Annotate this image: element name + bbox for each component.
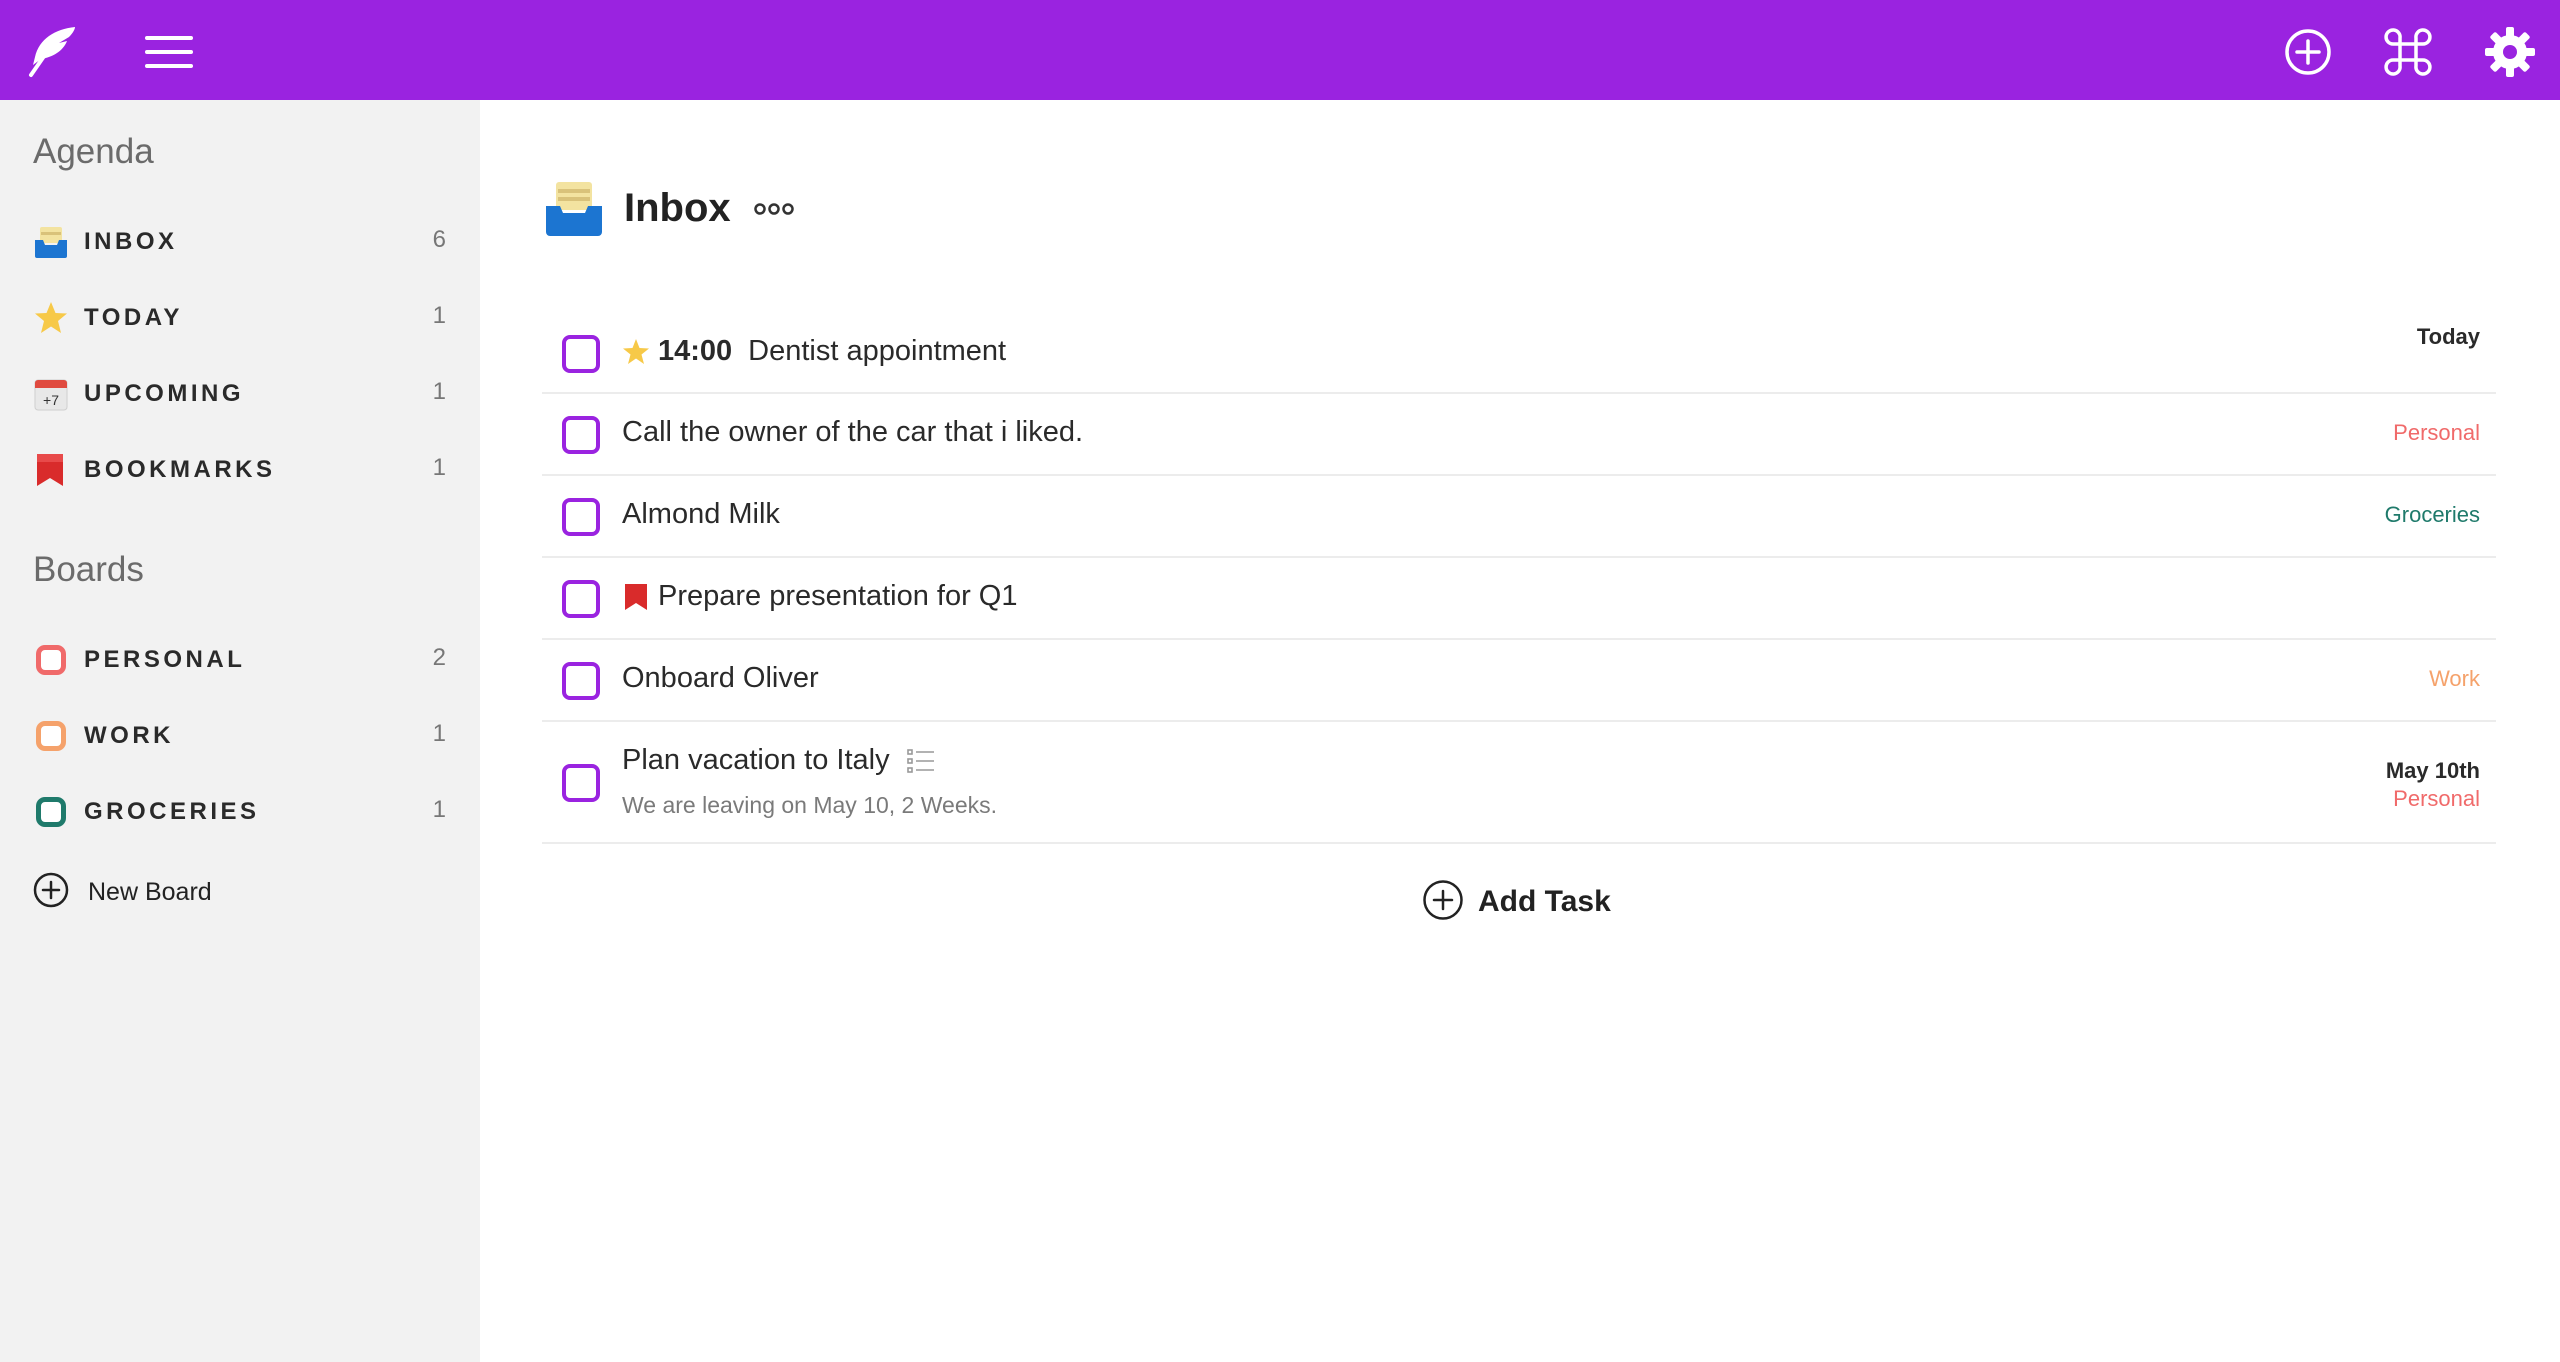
sidebar-item-label: WORK bbox=[84, 722, 174, 749]
task-time: 14:00 bbox=[658, 335, 733, 367]
star-icon bbox=[33, 300, 69, 336]
new-board-button[interactable]: New Board bbox=[0, 860, 480, 920]
task-checkbox[interactable] bbox=[562, 764, 600, 802]
task-note: We are leaving on May 10, 2 Weeks. bbox=[622, 792, 998, 818]
calendar-icon-text: +7 bbox=[43, 392, 59, 408]
task-due-date: May 10th bbox=[2385, 758, 2480, 783]
bookmark-icon bbox=[33, 452, 69, 488]
sidebar-item-label: GROCERIES bbox=[84, 798, 260, 825]
sidebar-item-count: 1 bbox=[432, 796, 446, 823]
task-row[interactable]: Plan vacation to Italy We are leaving on… bbox=[542, 722, 2496, 844]
add-circle-icon bbox=[33, 872, 69, 908]
task-row[interactable]: Almond Milk Groceries bbox=[542, 476, 2496, 558]
gear-icon[interactable] bbox=[2480, 22, 2540, 82]
add-task-label: Add Task bbox=[1478, 885, 1611, 918]
task-checkbox[interactable] bbox=[562, 580, 600, 618]
add-circle-icon[interactable] bbox=[2280, 24, 2336, 80]
task-title: Plan vacation to Italy bbox=[622, 744, 890, 776]
task-row[interactable]: Onboard Oliver Work bbox=[542, 640, 2496, 722]
task-title-row: Prepare presentation for Q1 bbox=[622, 580, 1017, 613]
task-title: Almond Milk bbox=[622, 498, 780, 530]
sidebar-item-count: 2 bbox=[432, 644, 446, 671]
task-due-date: Today bbox=[2416, 324, 2480, 349]
task-title-row: Onboard Oliver bbox=[622, 662, 819, 695]
sidebar-item-upcoming[interactable]: +7 UPCOMING 1 bbox=[0, 362, 480, 426]
inbox-tray-icon bbox=[544, 180, 604, 236]
add-circle-icon bbox=[1422, 879, 1464, 926]
bookmark-icon bbox=[622, 582, 650, 612]
task-title: Onboard Oliver bbox=[622, 662, 819, 694]
task-board-tag: Work bbox=[2429, 666, 2480, 691]
sidebar-item-label: BOOKMARKS bbox=[84, 456, 276, 483]
page-title: Inbox bbox=[624, 186, 731, 230]
task-checkbox[interactable] bbox=[562, 416, 600, 454]
board-color-icon bbox=[36, 797, 66, 827]
task-title-row: Call the owner of the car that i liked. bbox=[622, 416, 1083, 449]
task-checkbox[interactable] bbox=[562, 335, 600, 373]
add-task-button[interactable]: Add Task bbox=[1422, 879, 1611, 926]
calendar-icon: +7 bbox=[33, 376, 69, 412]
task-row[interactable]: Call the owner of the car that i liked. … bbox=[542, 394, 2496, 476]
task-row[interactable]: 14:00 Dentist appointment Today bbox=[542, 310, 2496, 394]
sidebar-item-count: 1 bbox=[432, 454, 446, 481]
task-board-tag: Groceries bbox=[2384, 502, 2480, 527]
task-title: Prepare presentation for Q1 bbox=[658, 580, 1018, 612]
inbox-tray-icon bbox=[33, 224, 69, 260]
sidebar-item-count: 1 bbox=[432, 720, 446, 747]
board-color-icon bbox=[36, 721, 66, 751]
sidebar-item-count: 1 bbox=[432, 378, 446, 405]
sidebar-item-label: PERSONAL bbox=[84, 646, 246, 673]
new-board-label: New Board bbox=[88, 878, 212, 906]
sidebar-item-count: 6 bbox=[432, 226, 446, 253]
command-key-icon[interactable] bbox=[2380, 24, 2436, 80]
main-content: Inbox 14:00 Dentist appointment Today Ca bbox=[480, 100, 2560, 1362]
hamburger-menu-icon[interactable] bbox=[140, 26, 198, 78]
task-list: 14:00 Dentist appointment Today Call the… bbox=[542, 310, 2496, 844]
task-title-row: Almond Milk bbox=[622, 498, 780, 531]
board-color-icon bbox=[36, 645, 66, 675]
task-title: Call the owner of the car that i liked. bbox=[622, 416, 1084, 448]
sidebar-item-groceries[interactable]: GROCERIES 1 bbox=[0, 780, 480, 844]
task-checkbox[interactable] bbox=[562, 498, 600, 536]
task-board-tag: Personal bbox=[2393, 420, 2480, 445]
task-title: Dentist appointment bbox=[748, 335, 1007, 367]
sidebar-item-label: UPCOMING bbox=[84, 380, 244, 407]
top-bar bbox=[0, 0, 2560, 100]
feather-logo-icon[interactable] bbox=[22, 22, 80, 80]
sidebar-item-personal[interactable]: PERSONAL 2 bbox=[0, 628, 480, 692]
sidebar-item-today[interactable]: TODAY 1 bbox=[0, 286, 480, 350]
agenda-heading: Agenda bbox=[33, 132, 154, 171]
task-title-row: 14:00 Dentist appointment bbox=[622, 335, 1006, 368]
sidebar-item-label: TODAY bbox=[84, 304, 183, 331]
sidebar: Agenda INBOX 6 TODAY 1 +7 UPCOMING 1 BOO… bbox=[0, 100, 480, 1362]
sidebar-item-count: 1 bbox=[432, 302, 446, 329]
task-row[interactable]: Prepare presentation for Q1 bbox=[542, 558, 2496, 640]
sidebar-item-label: INBOX bbox=[84, 228, 178, 255]
star-icon bbox=[622, 337, 650, 367]
checklist-icon bbox=[906, 746, 934, 776]
sidebar-item-inbox[interactable]: INBOX 6 bbox=[0, 210, 480, 274]
ellipsis-icon[interactable] bbox=[752, 194, 796, 224]
sidebar-item-bookmarks[interactable]: BOOKMARKS 1 bbox=[0, 438, 480, 502]
task-title-row: Plan vacation to Italy bbox=[622, 744, 934, 777]
task-board-tag: Personal bbox=[2393, 786, 2480, 811]
task-checkbox[interactable] bbox=[562, 662, 600, 700]
boards-heading: Boards bbox=[33, 550, 144, 589]
sidebar-item-work[interactable]: WORK 1 bbox=[0, 704, 480, 768]
